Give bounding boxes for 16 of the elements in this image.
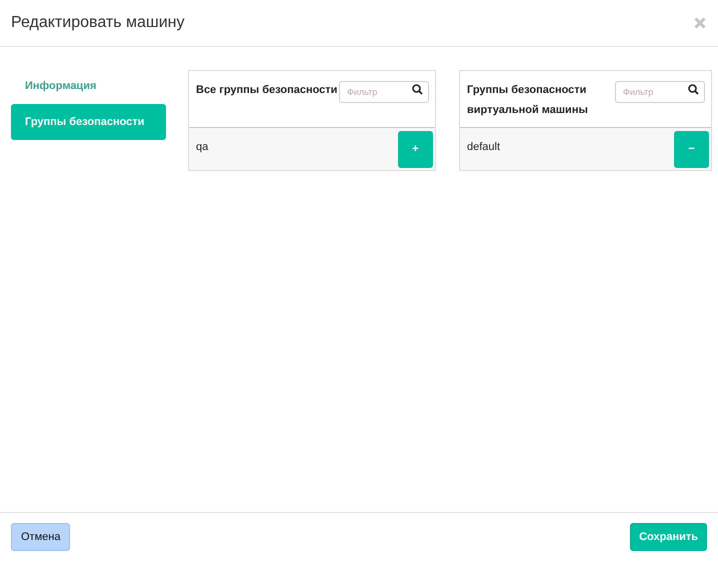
search-icon — [688, 84, 699, 95]
sidebar-tab[interactable]: Группы безопасности — [11, 104, 166, 140]
move-button[interactable]: − — [674, 130, 709, 168]
filter-field[interactable]: Фильтр — [339, 81, 429, 103]
cancel-button[interactable]: Отмена — [11, 523, 70, 551]
sidebar-tab[interactable]: Информация — [11, 70, 166, 102]
window-title: Редактировать машину — [11, 13, 184, 33]
group-name: default — [467, 140, 500, 155]
panel-title: Группы безопасности виртуальной машины — [467, 83, 589, 118]
panel-title: Все группы безопасности — [196, 83, 338, 98]
save-button[interactable]: Сохранить — [630, 523, 707, 551]
group-name: qa — [196, 140, 208, 155]
search-icon — [412, 84, 423, 95]
move-button[interactable]: + — [398, 130, 433, 168]
filter-field[interactable]: Фильтр — [615, 81, 705, 103]
close-icon[interactable] — [694, 17, 706, 29]
